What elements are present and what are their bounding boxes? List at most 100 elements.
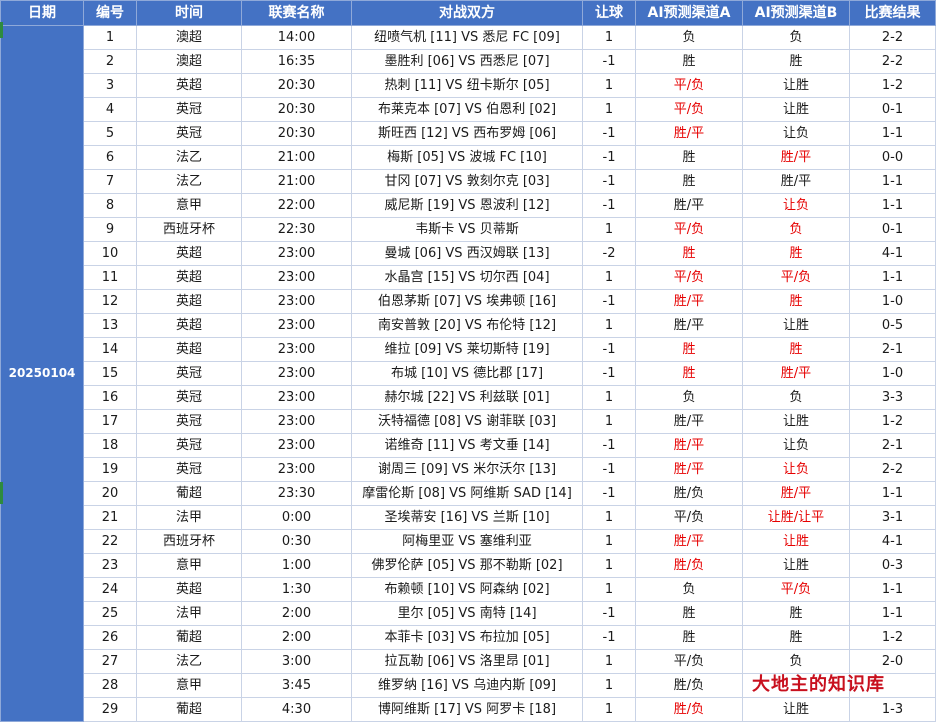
league-cell[interactable]: 法甲 bbox=[136, 505, 242, 530]
handicap-cell[interactable]: 1 bbox=[582, 97, 636, 122]
number-cell[interactable]: 21 bbox=[83, 505, 137, 530]
match-cell[interactable]: 水晶宫 [15] VS 切尔西 [04] bbox=[351, 265, 583, 290]
time-cell[interactable]: 22:30 bbox=[241, 217, 352, 242]
handicap-cell[interactable]: -1 bbox=[582, 625, 636, 650]
number-cell[interactable]: 16 bbox=[83, 385, 137, 410]
time-cell[interactable]: 23:00 bbox=[241, 385, 352, 410]
match-cell[interactable]: 南安普敦 [20] VS 布伦特 [12] bbox=[351, 313, 583, 338]
number-cell[interactable]: 4 bbox=[83, 97, 137, 122]
channel-a-cell[interactable]: 负 bbox=[635, 25, 743, 50]
result-cell[interactable]: 2-1 bbox=[849, 433, 936, 458]
result-cell[interactable]: 2-2 bbox=[849, 49, 936, 74]
league-cell[interactable]: 西班牙杯 bbox=[136, 529, 242, 554]
result-cell[interactable]: 4-1 bbox=[849, 241, 936, 266]
handicap-cell[interactable]: 1 bbox=[582, 553, 636, 578]
result-cell[interactable]: 1-1 bbox=[849, 481, 936, 506]
league-cell[interactable]: 西班牙杯 bbox=[136, 217, 242, 242]
number-cell[interactable]: 14 bbox=[83, 337, 137, 362]
handicap-cell[interactable]: 1 bbox=[582, 505, 636, 530]
league-cell[interactable]: 英超 bbox=[136, 577, 242, 602]
match-cell[interactable]: 谢周三 [09] VS 米尔沃尔 [13] bbox=[351, 457, 583, 482]
handicap-cell[interactable]: -1 bbox=[582, 145, 636, 170]
time-cell[interactable]: 16:35 bbox=[241, 49, 352, 74]
league-cell[interactable]: 英超 bbox=[136, 337, 242, 362]
time-cell[interactable]: 23:00 bbox=[241, 241, 352, 266]
channel-a-cell[interactable]: 胜/负 bbox=[635, 697, 743, 722]
league-cell[interactable]: 法甲 bbox=[136, 601, 242, 626]
result-cell[interactable]: 2-2 bbox=[849, 25, 936, 50]
time-cell[interactable]: 23:00 bbox=[241, 313, 352, 338]
channel-b-cell[interactable]: 胜 bbox=[742, 625, 850, 650]
header-channel-a[interactable]: AI预测渠道A bbox=[635, 0, 743, 26]
number-cell[interactable]: 3 bbox=[83, 73, 137, 98]
channel-a-cell[interactable]: 平/负 bbox=[635, 97, 743, 122]
channel-a-cell[interactable]: 平/负 bbox=[635, 505, 743, 530]
header-date[interactable]: 日期 bbox=[0, 0, 84, 26]
handicap-cell[interactable]: 1 bbox=[582, 529, 636, 554]
result-cell[interactable]: 3-1 bbox=[849, 505, 936, 530]
time-cell[interactable]: 20:30 bbox=[241, 73, 352, 98]
handicap-cell[interactable]: -1 bbox=[582, 337, 636, 362]
channel-a-cell[interactable]: 胜 bbox=[635, 241, 743, 266]
match-cell[interactable]: 沃特福德 [08] VS 谢菲联 [03] bbox=[351, 409, 583, 434]
number-cell[interactable]: 25 bbox=[83, 601, 137, 626]
handicap-cell[interactable]: -1 bbox=[582, 361, 636, 386]
channel-a-cell[interactable]: 胜 bbox=[635, 625, 743, 650]
league-cell[interactable]: 英冠 bbox=[136, 457, 242, 482]
channel-b-cell[interactable]: 让胜 bbox=[742, 697, 850, 722]
result-cell[interactable]: 1-1 bbox=[849, 577, 936, 602]
channel-b-cell[interactable]: 让胜 bbox=[742, 409, 850, 434]
match-cell[interactable]: 阿梅里亚 VS 塞维利亚 bbox=[351, 529, 583, 554]
league-cell[interactable]: 英冠 bbox=[136, 121, 242, 146]
match-cell[interactable]: 圣埃蒂安 [16] VS 兰斯 [10] bbox=[351, 505, 583, 530]
result-cell[interactable]: 1-1 bbox=[849, 121, 936, 146]
time-cell[interactable]: 20:30 bbox=[241, 97, 352, 122]
number-cell[interactable]: 24 bbox=[83, 577, 137, 602]
result-cell[interactable]: 1-3 bbox=[849, 697, 936, 722]
channel-b-cell[interactable]: 让负 bbox=[742, 193, 850, 218]
time-cell[interactable]: 23:00 bbox=[241, 337, 352, 362]
channel-a-cell[interactable]: 胜/平 bbox=[635, 121, 743, 146]
result-cell[interactable]: 1-1 bbox=[849, 169, 936, 194]
channel-b-cell[interactable]: 胜/平 bbox=[742, 169, 850, 194]
match-cell[interactable]: 斯旺西 [12] VS 西布罗姆 [06] bbox=[351, 121, 583, 146]
handicap-cell[interactable]: 1 bbox=[582, 265, 636, 290]
channel-a-cell[interactable]: 胜 bbox=[635, 337, 743, 362]
match-cell[interactable]: 曼城 [06] VS 西汉姆联 [13] bbox=[351, 241, 583, 266]
league-cell[interactable]: 葡超 bbox=[136, 697, 242, 722]
league-cell[interactable]: 英超 bbox=[136, 73, 242, 98]
header-channel-b[interactable]: AI预测渠道B bbox=[742, 0, 850, 26]
league-cell[interactable]: 英超 bbox=[136, 265, 242, 290]
league-cell[interactable]: 法乙 bbox=[136, 145, 242, 170]
number-cell[interactable]: 6 bbox=[83, 145, 137, 170]
match-cell[interactable]: 甘冈 [07] VS 敦刻尔克 [03] bbox=[351, 169, 583, 194]
result-cell[interactable]: 0-1 bbox=[849, 97, 936, 122]
time-cell[interactable]: 23:00 bbox=[241, 433, 352, 458]
handicap-cell[interactable]: 1 bbox=[582, 25, 636, 50]
number-cell[interactable]: 10 bbox=[83, 241, 137, 266]
result-cell[interactable]: 1-2 bbox=[849, 73, 936, 98]
match-cell[interactable]: 墨胜利 [06] VS 西悉尼 [07] bbox=[351, 49, 583, 74]
result-cell[interactable]: 2-2 bbox=[849, 457, 936, 482]
match-cell[interactable]: 威尼斯 [19] VS 恩波利 [12] bbox=[351, 193, 583, 218]
result-cell[interactable]: 0-3 bbox=[849, 553, 936, 578]
number-cell[interactable]: 18 bbox=[83, 433, 137, 458]
channel-a-cell[interactable]: 胜/平 bbox=[635, 457, 743, 482]
match-cell[interactable]: 热刺 [11] VS 纽卡斯尔 [05] bbox=[351, 73, 583, 98]
league-cell[interactable]: 意甲 bbox=[136, 193, 242, 218]
handicap-cell[interactable]: 1 bbox=[582, 697, 636, 722]
channel-b-cell[interactable]: 胜 bbox=[742, 289, 850, 314]
number-cell[interactable]: 8 bbox=[83, 193, 137, 218]
handicap-cell[interactable]: 1 bbox=[582, 649, 636, 674]
handicap-cell[interactable]: -1 bbox=[582, 193, 636, 218]
league-cell[interactable]: 澳超 bbox=[136, 49, 242, 74]
channel-a-cell[interactable]: 胜/负 bbox=[635, 673, 743, 698]
channel-b-cell[interactable]: 让负 bbox=[742, 121, 850, 146]
time-cell[interactable]: 4:30 bbox=[241, 697, 352, 722]
time-cell[interactable]: 21:00 bbox=[241, 169, 352, 194]
result-cell[interactable]: 0-5 bbox=[849, 313, 936, 338]
channel-a-cell[interactable]: 胜/平 bbox=[635, 193, 743, 218]
number-cell[interactable]: 15 bbox=[83, 361, 137, 386]
channel-a-cell[interactable]: 胜 bbox=[635, 169, 743, 194]
header-league[interactable]: 联赛名称 bbox=[241, 0, 352, 26]
